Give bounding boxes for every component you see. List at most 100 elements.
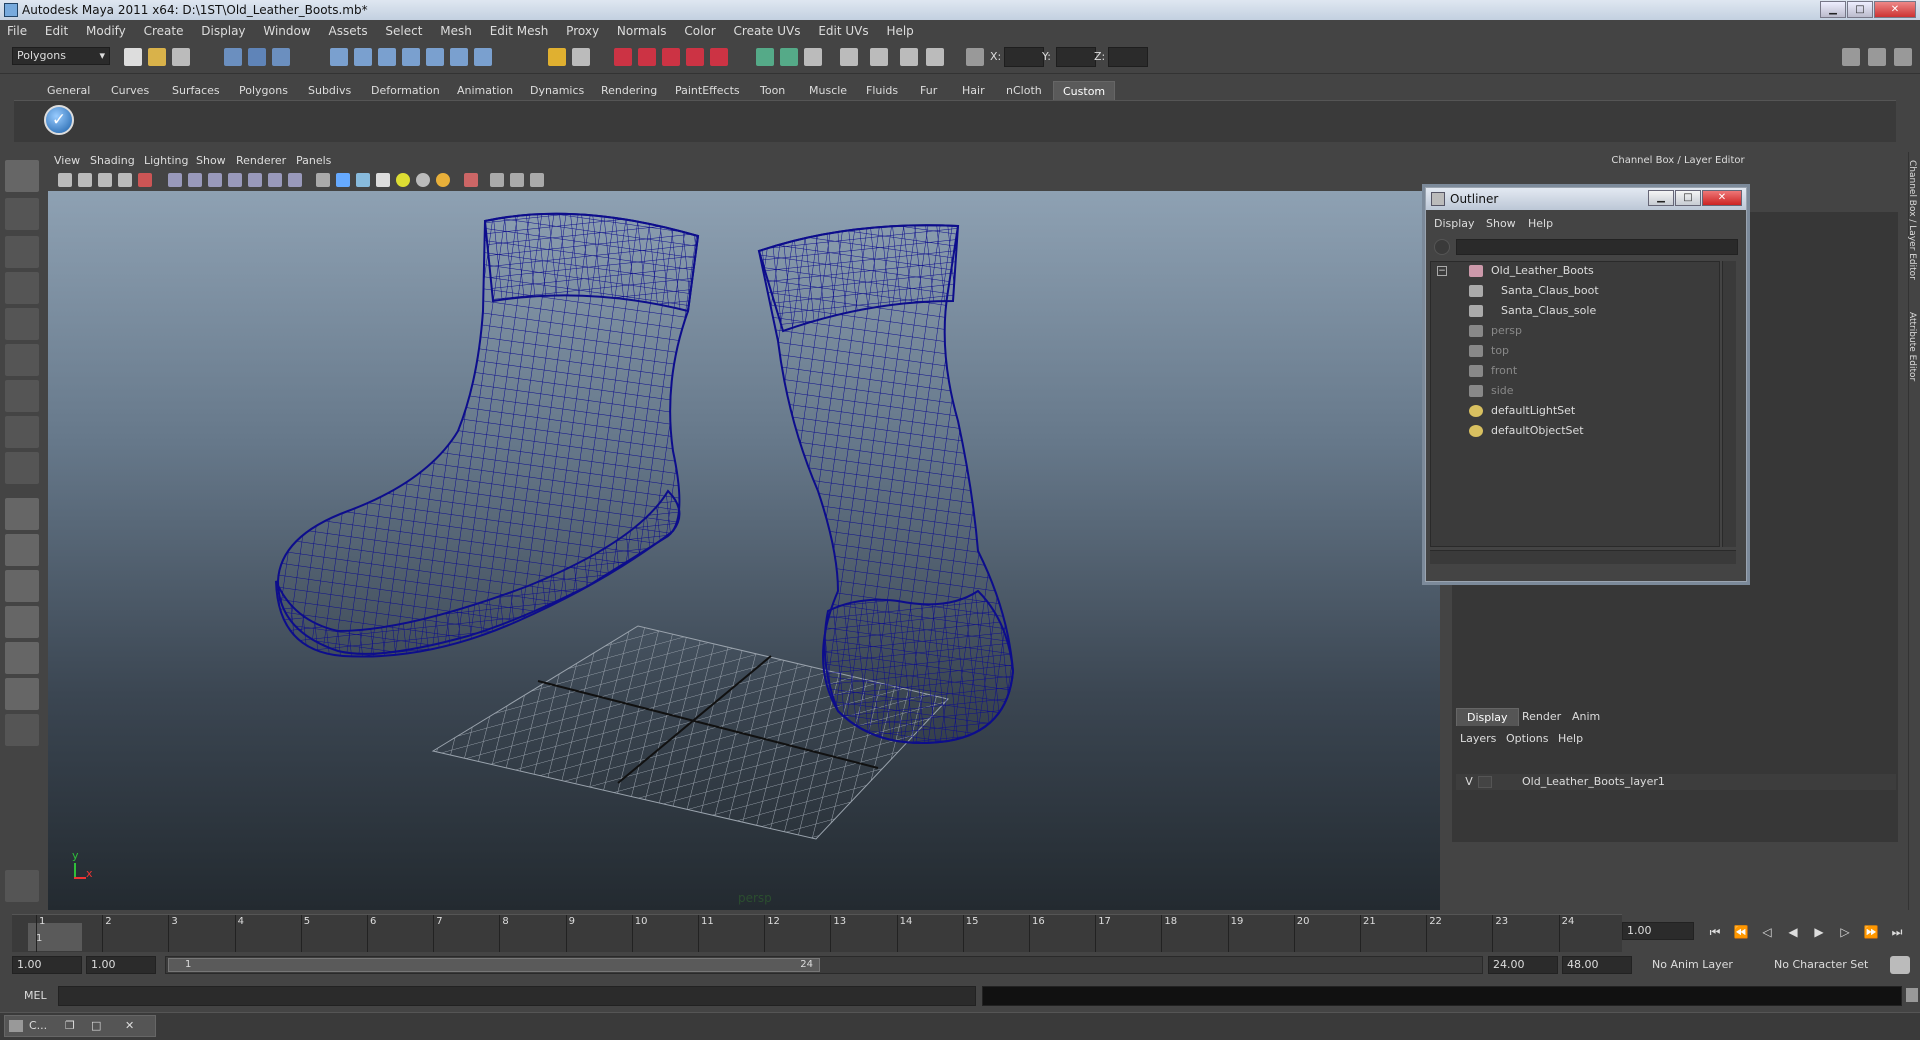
- ipr-render-icon[interactable]: [638, 48, 656, 66]
- menu-display[interactable]: Display: [194, 20, 252, 42]
- channel-box-toggle-icon[interactable]: [1894, 48, 1912, 66]
- graph-layout-icon[interactable]: [900, 48, 918, 66]
- step-forward-key-button[interactable]: ⏩: [1860, 922, 1882, 942]
- layer-type-toggle[interactable]: [1478, 776, 1492, 788]
- outliner-close-button[interactable]: ✕: [1702, 190, 1742, 206]
- layer-menu-help[interactable]: Help: [1558, 732, 1583, 745]
- lasso-tool-icon[interactable]: [5, 198, 39, 230]
- outliner-menu-help[interactable]: Help: [1528, 217, 1553, 230]
- collapse-icon[interactable]: −: [1437, 266, 1447, 276]
- scale-tool-icon[interactable]: [5, 344, 39, 376]
- input-line-icon[interactable]: [756, 48, 774, 66]
- play-forward-button[interactable]: ▶: [1808, 922, 1830, 942]
- z-field[interactable]: [1108, 47, 1148, 67]
- playback-start-field[interactable]: 1.00: [86, 956, 156, 974]
- y-field[interactable]: [1056, 47, 1096, 67]
- outliner-persp-layout-icon[interactable]: [5, 570, 39, 602]
- menu-select[interactable]: Select: [378, 20, 429, 42]
- wireframe-on-shaded-icon[interactable]: [316, 173, 330, 187]
- menu-set-dropdown[interactable]: Polygons: [12, 47, 110, 65]
- shelf-tab-animation[interactable]: Animation: [448, 81, 522, 100]
- save-scene-icon[interactable]: [172, 48, 190, 66]
- outliner-item[interactable]: front: [1469, 362, 1517, 380]
- panel-menu-view[interactable]: View: [54, 152, 80, 169]
- tab-anim[interactable]: Anim: [1562, 708, 1610, 726]
- select-hierarchy-icon[interactable]: [224, 48, 242, 66]
- persp-viewport[interactable]: y x persp: [48, 191, 1440, 910]
- auto-key-icon[interactable]: [1890, 956, 1910, 974]
- mel-input-field[interactable]: [58, 986, 976, 1006]
- snap-curve-icon[interactable]: [354, 48, 372, 66]
- close-button[interactable]: ✕: [1874, 1, 1916, 18]
- layer-menu-options[interactable]: Options: [1506, 732, 1548, 745]
- camera-select-icon[interactable]: [58, 173, 72, 187]
- maximize-button[interactable]: □: [1847, 1, 1873, 18]
- attribute-editor-toggle-icon[interactable]: [1842, 48, 1860, 66]
- menu-create[interactable]: Create: [137, 20, 191, 42]
- select-component-icon[interactable]: [272, 48, 290, 66]
- all-lights-icon[interactable]: [356, 173, 370, 187]
- rename-icon[interactable]: [780, 48, 798, 66]
- x-field[interactable]: [1004, 47, 1044, 67]
- shelf-tab-muscle[interactable]: Muscle: [800, 81, 856, 100]
- shelf-tab-painteffects[interactable]: PaintEffects: [666, 81, 749, 100]
- playback-end-field[interactable]: 24.00: [1488, 956, 1558, 974]
- minimize-button[interactable]: ▁: [1820, 1, 1846, 18]
- animation-end-field[interactable]: 48.00: [1562, 956, 1632, 974]
- menu-file[interactable]: File: [0, 20, 34, 42]
- range-slider[interactable]: 1 24: [165, 956, 1483, 974]
- camera-attr-icon[interactable]: [78, 173, 92, 187]
- shelf-tab-curves[interactable]: Curves: [102, 81, 158, 100]
- outliner-menu-show[interactable]: Show: [1486, 217, 1516, 230]
- shelf-tab-subdivs[interactable]: Subdivs: [299, 81, 360, 100]
- outliner-item[interactable]: Santa_Claus_boot: [1469, 282, 1599, 300]
- light-sphere-icon[interactable]: [396, 173, 410, 187]
- texture-icon[interactable]: [288, 173, 302, 187]
- go-to-start-button[interactable]: ⏮: [1704, 922, 1726, 942]
- shelf-tab-ncloth[interactable]: nCloth: [997, 81, 1051, 100]
- filter-icon[interactable]: [1434, 239, 1450, 255]
- snap-grid-icon[interactable]: [330, 48, 348, 66]
- persp-layout-icon[interactable]: [926, 48, 944, 66]
- layout-options-icon[interactable]: [5, 714, 39, 746]
- grid-toggle-icon[interactable]: [168, 173, 182, 187]
- snap-point-icon[interactable]: [378, 48, 396, 66]
- minimized-window-button[interactable]: C... ❐ □ ✕: [4, 1015, 156, 1037]
- outliner-maximize-button[interactable]: □: [1675, 190, 1701, 206]
- outliner-item[interactable]: defaultObjectSet: [1469, 422, 1584, 440]
- panel-menu-show[interactable]: Show: [196, 152, 226, 169]
- shelf-tab-surfaces[interactable]: Surfaces: [163, 81, 229, 100]
- shadow-sphere-icon[interactable]: [416, 173, 430, 187]
- outliner-item[interactable]: top: [1469, 342, 1509, 360]
- menu-edit-uvs[interactable]: Edit UVs: [811, 20, 875, 42]
- menu-window[interactable]: Window: [256, 20, 317, 42]
- help-icon[interactable]: [474, 48, 492, 66]
- history-icon[interactable]: [450, 48, 468, 66]
- outliner-search-field[interactable]: [1456, 239, 1738, 255]
- persp-graph-layout-icon[interactable]: [5, 606, 39, 638]
- selection-highlight-icon[interactable]: [572, 48, 590, 66]
- outliner-layout-icon[interactable]: [870, 48, 888, 66]
- layer-row[interactable]: V Old_Leather_Boots_layer1: [1456, 774, 1896, 790]
- outliner-item[interactable]: persp: [1469, 322, 1522, 340]
- shelf-tab-general[interactable]: General: [38, 81, 99, 100]
- new-scene-icon[interactable]: [124, 48, 142, 66]
- menu-modify[interactable]: Modify: [79, 20, 133, 42]
- shelf-tab-custom[interactable]: Custom: [1053, 81, 1116, 100]
- script-editor-icon[interactable]: [1906, 988, 1918, 1002]
- menu-normals[interactable]: Normals: [610, 20, 674, 42]
- camera-view-icon[interactable]: [490, 173, 504, 187]
- command-language-label[interactable]: MEL: [24, 988, 47, 1004]
- outliner-horizontal-scrollbar[interactable]: [1430, 550, 1736, 564]
- lock-icon[interactable]: [548, 48, 566, 66]
- play-backward-button[interactable]: ◀: [1782, 922, 1804, 942]
- attribute-editor-side-tab[interactable]: Attribute Editor: [1907, 312, 1917, 381]
- sidebar-toggle-icon[interactable]: [804, 48, 822, 66]
- shelf-tab-deformation[interactable]: Deformation: [362, 81, 449, 100]
- wireframe-icon[interactable]: [188, 173, 202, 187]
- hypershade-icon[interactable]: [686, 48, 704, 66]
- current-time-field[interactable]: 1.00: [1622, 922, 1694, 940]
- resolution-gate-icon[interactable]: [510, 173, 524, 187]
- panel-menu-panels[interactable]: Panels: [296, 152, 331, 169]
- animation-start-field[interactable]: 1.00: [12, 956, 82, 974]
